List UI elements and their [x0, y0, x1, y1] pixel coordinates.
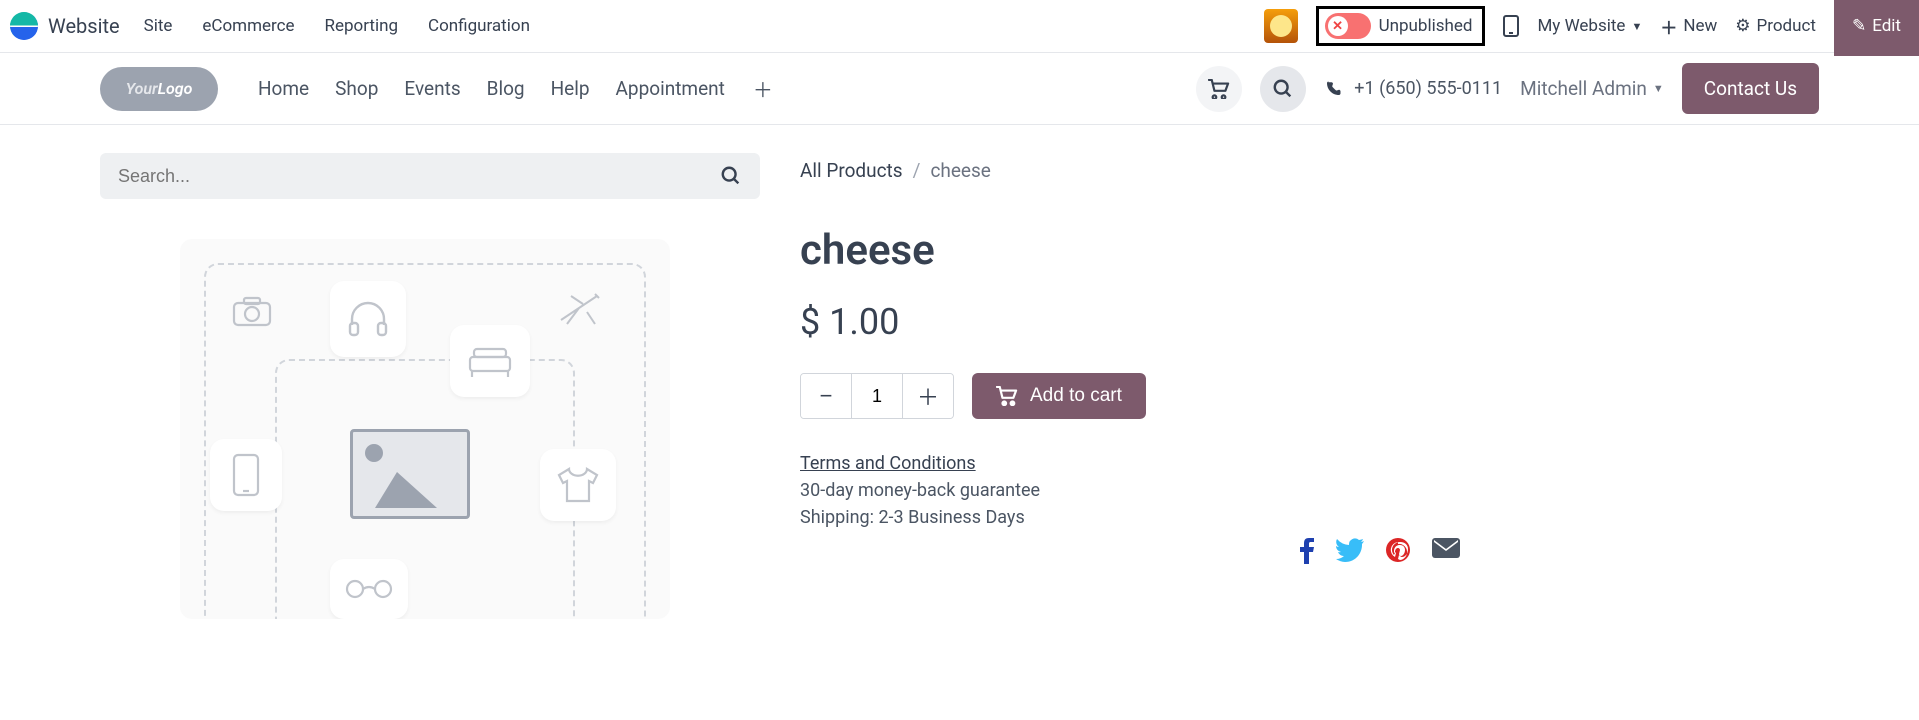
qty-decrease-button[interactable]: − — [801, 374, 851, 418]
edit-button[interactable]: ✎ Edit — [1834, 0, 1919, 56]
product-image-placeholder — [180, 239, 670, 619]
chevron-down-icon: ▼ — [1653, 82, 1664, 95]
plane-icon — [550, 285, 610, 335]
gear-icon: ⚙ — [1735, 16, 1750, 36]
odoo-logo-icon — [10, 12, 38, 40]
product-settings-button[interactable]: ⚙ Product — [1735, 16, 1816, 36]
contact-label: Contact Us — [1704, 77, 1797, 100]
website-selector[interactable]: My Website ▼ — [1537, 16, 1642, 36]
phone-contact[interactable]: +1 (650) 555-0111 — [1324, 78, 1502, 99]
add-to-cart-button[interactable]: Add to cart — [972, 373, 1146, 419]
camera-icon — [225, 289, 279, 333]
breadcrumb-current: cheese — [930, 159, 990, 182]
system-toolbar: Website Site eCommerce Reporting Configu… — [0, 0, 1919, 53]
add-menu-icon[interactable]: ＋ — [753, 74, 773, 103]
search-input[interactable] — [118, 166, 720, 187]
publish-toggle[interactable]: ✕ — [1325, 13, 1371, 39]
app-brand[interactable]: Website — [10, 12, 120, 40]
currency-symbol: $ — [800, 301, 820, 343]
terms-link[interactable]: Terms and Conditions — [800, 453, 976, 474]
mail-icon[interactable] — [1432, 538, 1460, 564]
breadcrumb-root[interactable]: All Products — [800, 159, 903, 182]
breadcrumb: All Products / cheese — [800, 159, 1819, 182]
plus-icon: ＋ — [1660, 14, 1677, 39]
qty-increase-button[interactable]: ＋ — [903, 374, 953, 418]
facebook-icon[interactable] — [1300, 538, 1314, 564]
edit-label: Edit — [1872, 16, 1901, 36]
breadcrumb-separator: / — [913, 159, 921, 182]
chevron-down-icon: ▼ — [1631, 20, 1642, 33]
app-name: Website — [48, 14, 120, 38]
glasses-icon — [330, 559, 408, 619]
new-label: New — [1683, 16, 1717, 36]
system-nav: Site eCommerce Reporting Configuration — [144, 16, 556, 36]
product-search[interactable] — [100, 153, 760, 199]
product-title: cheese — [800, 226, 1819, 275]
nav-appointment[interactable]: Appointment — [616, 77, 725, 100]
nav-blog[interactable]: Blog — [487, 77, 525, 100]
nav-ecommerce[interactable]: eCommerce — [202, 16, 294, 36]
nav-help[interactable]: Help — [551, 77, 590, 100]
pinterest-icon[interactable] — [1386, 538, 1410, 564]
user-avatar[interactable] — [1264, 9, 1298, 43]
phone-number: +1 (650) 555-0111 — [1354, 78, 1502, 99]
sitebar-right: +1 (650) 555-0111 Mitchell Admin ▼ Conta… — [1196, 63, 1819, 114]
cart-controls: − ＋ Add to cart — [800, 373, 1819, 419]
headphones-icon — [330, 281, 406, 357]
nav-events[interactable]: Events — [404, 77, 460, 100]
product-label: Product — [1757, 16, 1816, 36]
right-column: All Products / cheese cheese $ 1.00 − ＋ … — [800, 153, 1819, 619]
twitter-icon[interactable] — [1336, 538, 1364, 564]
phone-icon — [1324, 80, 1342, 98]
new-page-button[interactable]: ＋ New — [1660, 14, 1717, 39]
pencil-icon: ✎ — [1852, 16, 1866, 36]
quantity-stepper: − ＋ — [800, 373, 954, 419]
terms-section: Terms and Conditions — [800, 453, 1819, 474]
tshirt-icon — [540, 449, 616, 521]
page-content: All Products / cheese cheese $ 1.00 − ＋ … — [0, 125, 1919, 647]
sysbar-left: Website Site eCommerce Reporting Configu… — [10, 12, 556, 40]
site-navbar: YourLogo Home Shop Events Blog Help Appo… — [0, 53, 1919, 125]
contact-us-button[interactable]: Contact Us — [1682, 63, 1819, 114]
publish-status-label: Unpublished — [1379, 16, 1473, 36]
user-menu[interactable]: Mitchell Admin ▼ — [1520, 77, 1664, 100]
close-icon: ✕ — [1328, 16, 1348, 36]
product-price: $ 1.00 — [800, 301, 1819, 343]
shipping-text: Shipping: 2-3 Business Days — [800, 507, 1819, 528]
add-to-cart-label: Add to cart — [1030, 385, 1122, 407]
sysbar-right: ✕ Unpublished My Website ▼ ＋ New ⚙ Produ… — [1264, 6, 1909, 46]
guarantee-text: 30-day money-back guarantee — [800, 480, 1819, 501]
share-buttons — [800, 538, 1460, 564]
user-name: Mitchell Admin — [1520, 77, 1647, 100]
image-placeholder-icon — [350, 429, 470, 519]
publish-toggle-group[interactable]: ✕ Unpublished — [1316, 6, 1486, 46]
nav-reporting[interactable]: Reporting — [325, 16, 399, 36]
left-column — [100, 153, 760, 619]
site-nav: Home Shop Events Blog Help Appointment — [258, 77, 725, 100]
search-icon[interactable] — [720, 165, 742, 187]
search-button[interactable] — [1260, 66, 1306, 112]
nav-configuration[interactable]: Configuration — [428, 16, 530, 36]
site-logo[interactable]: YourLogo — [100, 67, 218, 111]
cart-icon — [996, 386, 1018, 406]
nav-shop[interactable]: Shop — [335, 77, 378, 100]
nav-site[interactable]: Site — [144, 16, 173, 36]
qty-input[interactable] — [851, 374, 903, 418]
cart-button[interactable] — [1196, 66, 1242, 112]
mobile-preview-icon[interactable] — [1503, 15, 1519, 37]
price-value: 1.00 — [829, 301, 899, 343]
smartphone-icon — [210, 439, 282, 511]
bed-icon — [450, 325, 530, 397]
website-selector-label: My Website — [1537, 16, 1625, 36]
nav-home[interactable]: Home — [258, 77, 309, 100]
